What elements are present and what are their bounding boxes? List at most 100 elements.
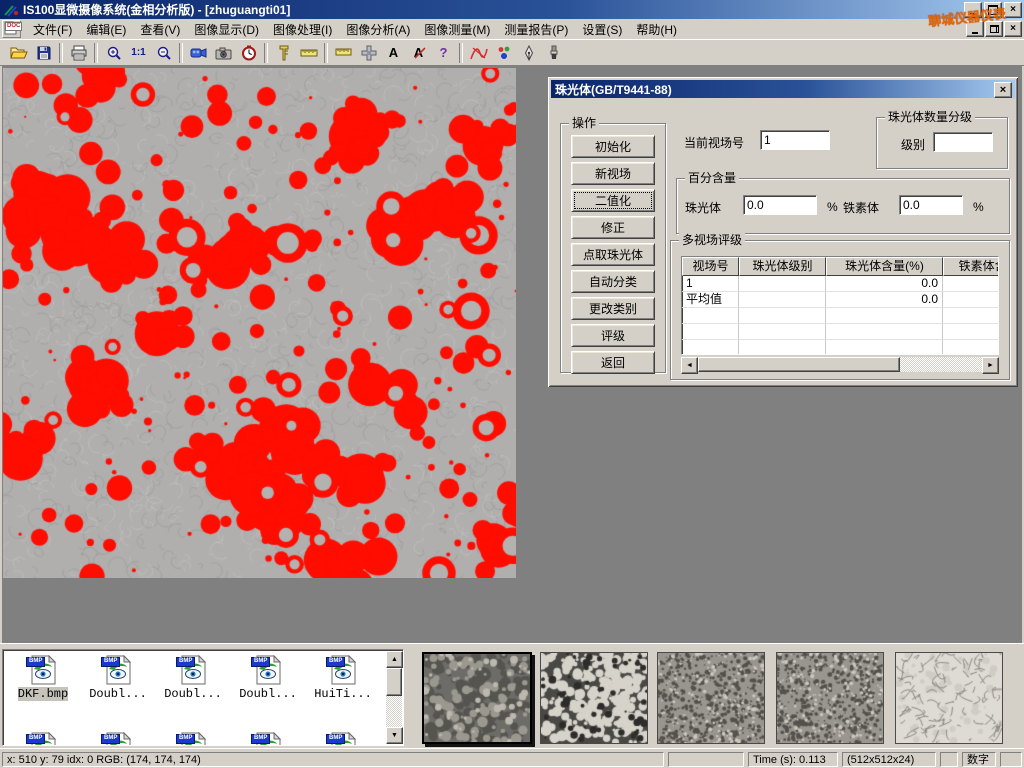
cell-field-no: 平均值: [682, 292, 739, 308]
menu-measure-report[interactable]: 测量报告(P): [497, 19, 575, 40]
save-button[interactable]: [31, 41, 56, 64]
micrograph-image[interactable]: [3, 68, 516, 578]
scroll-track[interactable]: [900, 357, 982, 372]
menu-image-display[interactable]: 图像显示(D): [187, 19, 266, 40]
file-name[interactable]: Doubl...: [239, 687, 297, 701]
menu-view[interactable]: 查看(V): [133, 19, 187, 40]
scroll-down-button[interactable]: ▼: [386, 727, 403, 744]
open-button[interactable]: [6, 41, 31, 64]
pearlite-percent-input[interactable]: [743, 195, 817, 215]
dialog-title-bar[interactable]: 珠光体(GB/T9441-88): [551, 80, 1015, 98]
table-row[interactable]: 1 0.0: [682, 276, 998, 292]
init-button[interactable]: 初始化: [571, 135, 655, 158]
grading-table[interactable]: 视场号 珠光体级别 珠光体含量(%) 铁素体含量(%) 1 0.0 平均值 0.…: [681, 256, 999, 355]
ruler-button[interactable]: [296, 41, 321, 64]
thumbnail-5[interactable]: [895, 652, 1003, 744]
file-name[interactable]: DKF.bmp: [18, 687, 68, 701]
video-capture-button[interactable]: [186, 41, 211, 64]
table-row[interactable]: 平均值 0.0: [682, 292, 998, 308]
scroll-right-button[interactable]: ►: [982, 357, 999, 374]
menu-file[interactable]: 文件(F): [26, 19, 79, 40]
file-item-partial[interactable]: BMP: [232, 732, 304, 746]
scroll-thumb[interactable]: [386, 668, 402, 696]
thumbnail-4[interactable]: [776, 652, 884, 744]
col-pearlite-content[interactable]: 珠光体含量(%): [826, 257, 943, 276]
close-button[interactable]: ×: [1004, 2, 1022, 18]
zoom-in-button[interactable]: [101, 41, 126, 64]
file-item-partial[interactable]: BMP: [157, 732, 229, 746]
menu-image-analysis[interactable]: 图像分析(A): [339, 19, 417, 40]
document-icon[interactable]: DOC: [2, 20, 21, 38]
menu-edit[interactable]: 编辑(E): [79, 19, 133, 40]
menu-image-processing[interactable]: 图像处理(I): [266, 19, 339, 40]
mdi-restore-button[interactable]: [985, 21, 1003, 37]
file-name[interactable]: HuiTi...: [314, 687, 372, 701]
grade-button[interactable]: 评级: [571, 324, 655, 347]
file-item-partial[interactable]: BMP: [307, 732, 379, 746]
delete-curve-button[interactable]: [466, 41, 491, 64]
file-name[interactable]: Doubl...: [164, 687, 222, 701]
actual-size-button[interactable]: 1:1: [126, 41, 151, 64]
col-pearlite-grade[interactable]: 珠光体级别: [739, 257, 826, 276]
new-field-button[interactable]: 新视场: [571, 162, 655, 185]
minimize-button[interactable]: [964, 2, 982, 18]
classify-button[interactable]: [491, 41, 516, 64]
menu-image-measure[interactable]: 图像测量(M): [417, 19, 497, 40]
menu-help[interactable]: 帮助(H): [629, 19, 684, 40]
menu-settings[interactable]: 设置(S): [575, 19, 629, 40]
current-field-input[interactable]: [760, 130, 830, 150]
measure-scale-button[interactable]: [331, 41, 356, 64]
ferrite-percent-input[interactable]: [899, 195, 963, 215]
file-item-partial[interactable]: BMP: [7, 732, 79, 746]
scroll-track[interactable]: [386, 696, 402, 727]
help-button[interactable]: ?: [431, 41, 456, 64]
snapshot-button[interactable]: [211, 41, 236, 64]
col-ferrite-content[interactable]: 铁素体含量(%): [943, 257, 999, 276]
thumbnail-3[interactable]: [657, 652, 765, 744]
file-item[interactable]: BMP DKF.bmp: [7, 655, 79, 701]
grade-level-input[interactable]: [933, 132, 993, 152]
binarize-button[interactable]: 二值化: [571, 189, 655, 212]
pick-pearlite-button[interactable]: 点取珠光体: [571, 243, 655, 266]
title-bar[interactable]: IS100显微摄像系统(金相分析版) - [zhuguangti01] ×: [0, 0, 1024, 19]
cell-grade: [739, 276, 826, 292]
scroll-up-button[interactable]: ▲: [386, 651, 403, 668]
timer-button[interactable]: [236, 41, 261, 64]
file-item[interactable]: BMP Doubl...: [157, 655, 229, 701]
correct-button[interactable]: 修正: [571, 216, 655, 239]
auto-classify-button[interactable]: 自动分类: [571, 270, 655, 293]
maximize-button[interactable]: [984, 2, 1002, 18]
toolbar-separator: [459, 43, 463, 63]
file-item[interactable]: BMP Doubl...: [82, 655, 154, 701]
file-list-scrollbar[interactable]: ▲ ▼: [386, 651, 402, 744]
file-item[interactable]: BMP HuiTi...: [307, 655, 379, 701]
thumbnail-1[interactable]: [422, 652, 532, 744]
dialog-close-button[interactable]: ×: [994, 82, 1012, 98]
zoom-out-button[interactable]: [151, 41, 176, 64]
red-curve-icon: [469, 45, 489, 61]
scroll-left-button[interactable]: ◄: [681, 357, 698, 374]
text-annotation-button[interactable]: A: [381, 41, 406, 64]
file-item[interactable]: BMP Doubl...: [232, 655, 304, 701]
ink-pen-button[interactable]: [516, 41, 541, 64]
table-h-scrollbar[interactable]: ◄ ►: [681, 357, 999, 372]
return-button[interactable]: 返回: [571, 351, 655, 374]
file-item-partial[interactable]: BMP: [82, 732, 154, 746]
edit-annotation-button[interactable]: A: [406, 41, 431, 64]
grade-level-label: 级别: [901, 136, 925, 153]
file-list[interactable]: BMP DKF.bmp BMP Doubl... BMP Doubl...: [2, 649, 404, 746]
print-button[interactable]: [66, 41, 91, 64]
thumbnail-2[interactable]: [540, 652, 648, 744]
ferrite-label: 铁素体: [843, 199, 879, 216]
paint-brush-button[interactable]: [541, 41, 566, 64]
mdi-minimize-button[interactable]: [966, 21, 984, 37]
grid-measure-button[interactable]: [356, 41, 381, 64]
mdi-minimize-icon: [972, 32, 978, 34]
caliper-button[interactable]: [271, 41, 296, 64]
mdi-close-button[interactable]: ×: [1004, 21, 1022, 37]
operation-group-label: 操作: [569, 116, 599, 130]
scroll-thumb[interactable]: [698, 357, 900, 372]
file-name[interactable]: Doubl...: [89, 687, 147, 701]
change-class-button[interactable]: 更改类别: [571, 297, 655, 320]
col-field-no[interactable]: 视场号: [682, 257, 739, 276]
